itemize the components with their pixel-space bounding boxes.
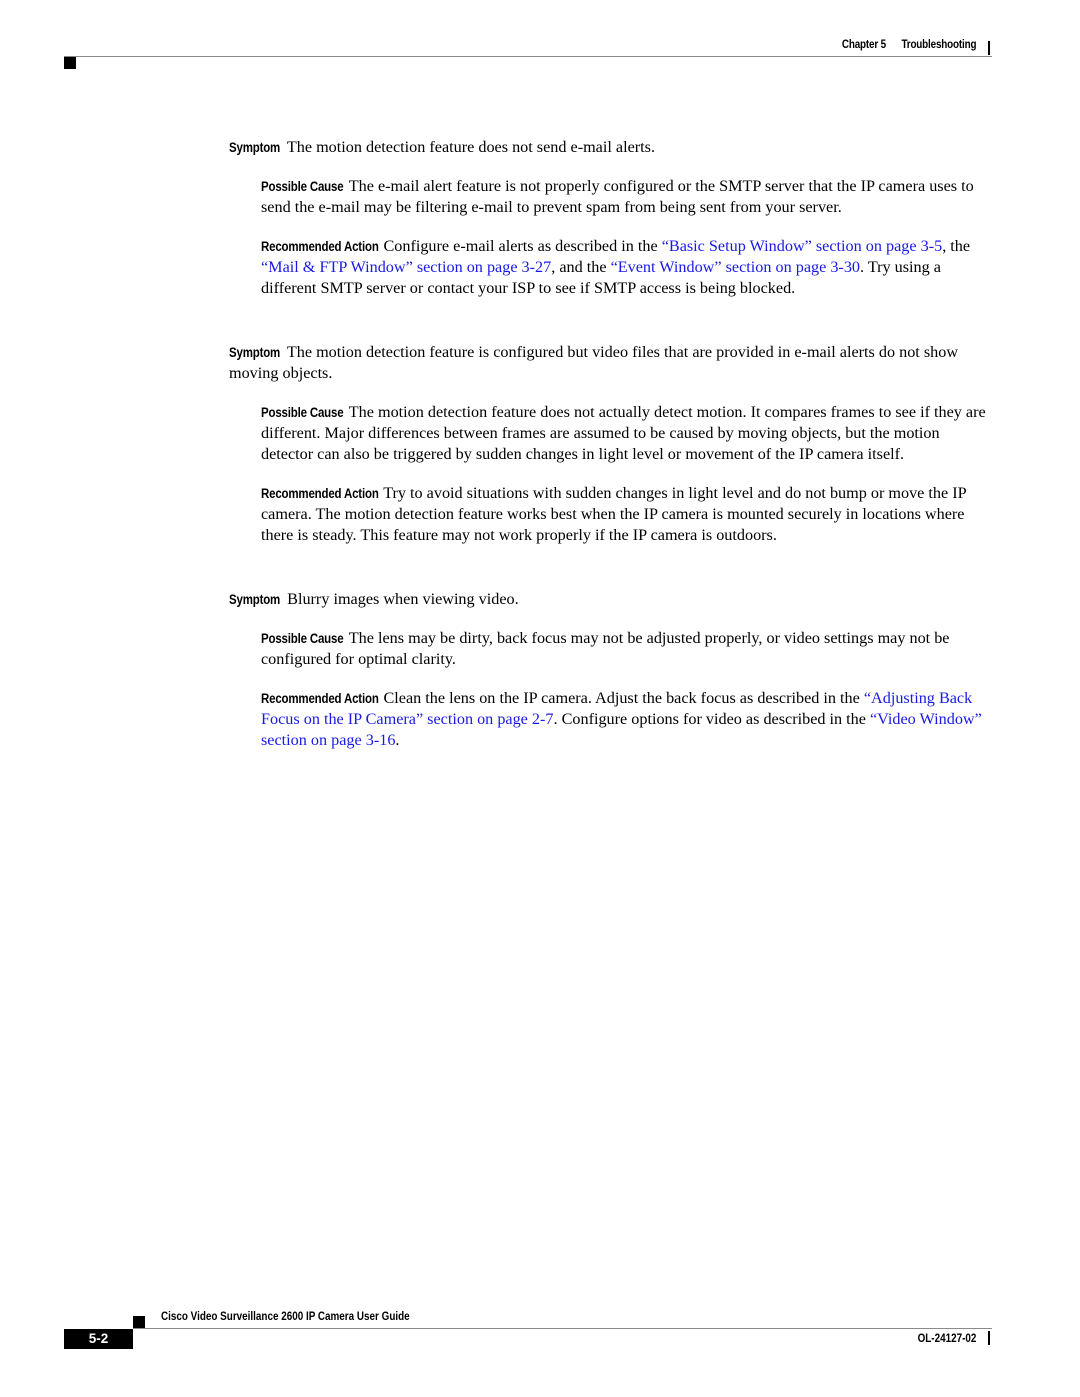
cause-text: The lens may be dirty, back focus may no… [261, 629, 950, 668]
action-text: Configure e-mail alerts as described in … [383, 237, 662, 255]
page-number: 5-2 [64, 1329, 133, 1349]
link-basic-setup-window[interactable]: “Basic Setup Window” section on page 3-5 [662, 237, 942, 255]
action-label: Recommended Action [261, 486, 379, 501]
symptom-text: Blurry images when viewing video. [287, 590, 519, 608]
symptom-text: The motion detection feature is configur… [229, 343, 959, 382]
chapter-number: Chapter 5 [841, 39, 886, 51]
recommended-action-2: Recommended Action Try to avoid situatio… [261, 483, 991, 546]
link-event-window[interactable]: “Event Window” section on page 3-30 [611, 258, 860, 276]
symptom-label: Symptom [229, 345, 281, 360]
symptom-1: Symptom The motion detection feature doe… [229, 137, 991, 158]
recommended-action-1: Recommended Action Configure e-mail aler… [261, 236, 991, 299]
guide-title: Cisco Video Surveillance 2600 IP Camera … [161, 1311, 410, 1323]
symptom-label: Symptom [229, 592, 281, 607]
action-text: , and the [551, 258, 611, 276]
chapter-title: Troubleshooting [901, 39, 976, 51]
symptom-2: Symptom The motion detection feature is … [229, 342, 991, 384]
footer-square [133, 1316, 145, 1328]
header-bar [988, 41, 990, 55]
symptom-3: Symptom Blurry images when viewing video… [229, 589, 991, 610]
symptom-label: Symptom [229, 140, 281, 155]
document-id: OL-24127-02 [917, 1333, 976, 1345]
cause-text: The e-mail alert feature is not properly… [261, 177, 974, 216]
troubleshooting-content: Symptom The motion detection feature doe… [229, 137, 991, 751]
header-corner-block [64, 57, 76, 69]
cause-label: Possible Cause [261, 631, 344, 646]
recommended-action-3: Recommended Action Clean the lens on the… [261, 688, 991, 751]
footer-bar [988, 1331, 990, 1345]
action-text: Clean the lens on the IP camera. Adjust … [383, 689, 864, 707]
running-header: Chapter 5 Troubleshooting [841, 39, 977, 51]
action-label: Recommended Action [261, 691, 379, 706]
action-label: Recommended Action [261, 239, 379, 254]
action-text: . Configure options for video as describ… [553, 710, 870, 728]
footer-rule [133, 1328, 992, 1329]
link-mail-ftp-window[interactable]: “Mail & FTP Window” section on page 3-27 [261, 258, 551, 276]
action-text: . [395, 731, 400, 749]
possible-cause-1: Possible Cause The e-mail alert feature … [261, 176, 991, 218]
action-text: , the [942, 237, 971, 255]
cause-label: Possible Cause [261, 179, 344, 194]
possible-cause-3: Possible Cause The lens may be dirty, ba… [261, 628, 991, 670]
symptom-text: The motion detection feature does not se… [286, 138, 656, 156]
possible-cause-2: Possible Cause The motion detection feat… [261, 402, 991, 465]
cause-text: The motion detection feature does not ac… [261, 403, 986, 463]
cause-label: Possible Cause [261, 405, 344, 420]
header-rule [64, 56, 992, 57]
